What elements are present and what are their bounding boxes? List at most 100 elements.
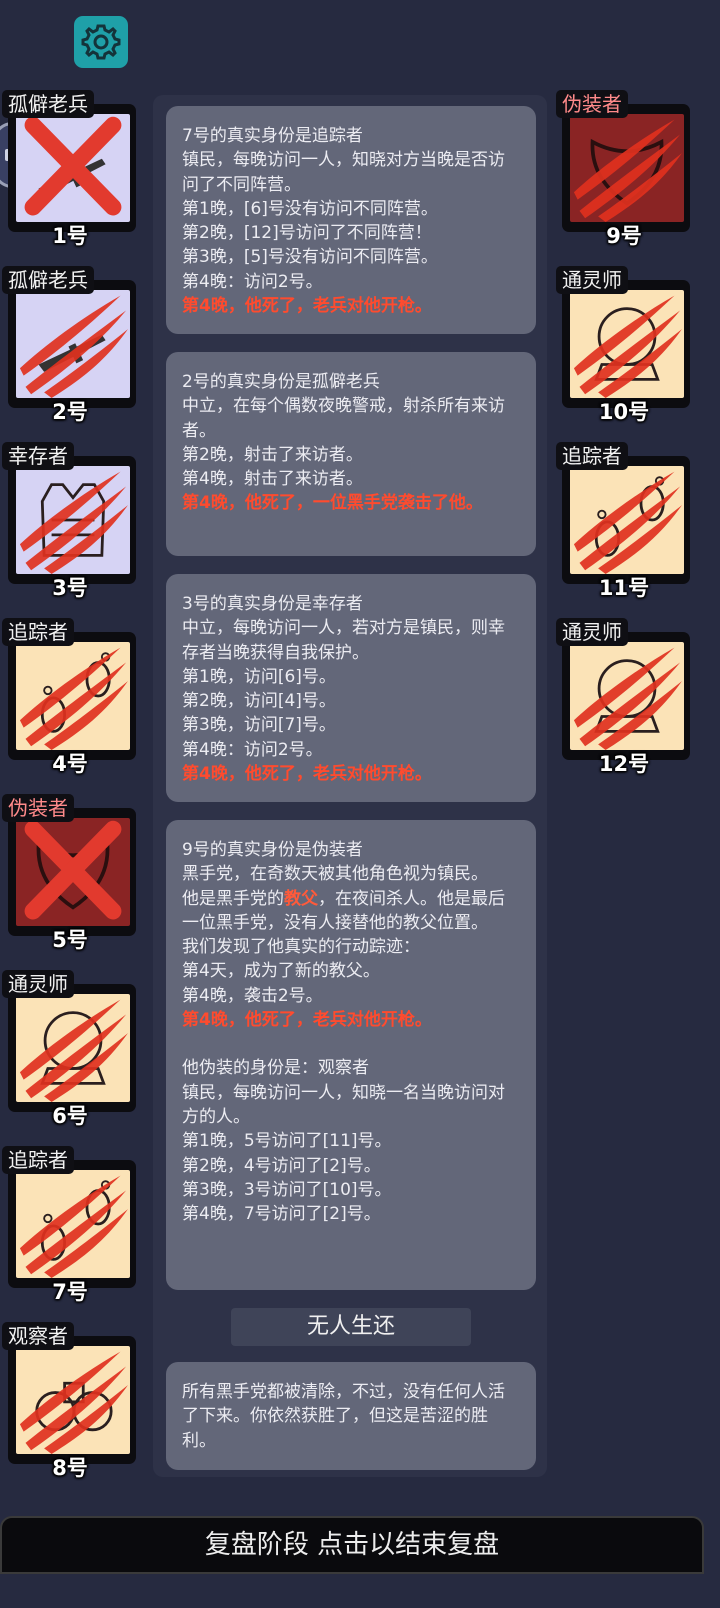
player-number: 5号 <box>52 928 88 952</box>
role-label: 追踪者 <box>2 1146 74 1174</box>
role-label: 追踪者 <box>2 618 74 646</box>
player-card[interactable]: 观察者 8号 <box>2 1322 138 1480</box>
message-line: 黑手党，在奇数天被其他角色视为镇民。 <box>182 864 488 885</box>
claw-mark-icon <box>19 295 128 398</box>
role-label: 孤僻老兵 <box>2 266 94 294</box>
player-card[interactable]: 通灵师 10号 <box>556 266 692 424</box>
player-number: 4号 <box>52 752 88 776</box>
card-portrait <box>16 994 130 1102</box>
message-text: 他是黑手党的 <box>182 888 284 909</box>
outcome-banner: 无人生还 <box>231 1308 471 1346</box>
claw-mark-icon <box>19 647 128 750</box>
message-line: 第4晚：访问2号。 <box>182 739 323 760</box>
message-line: 第1晚，[6]号没有访问不同阵营。 <box>182 198 438 219</box>
message-line: 他伪装的身份是：观察者 <box>182 1058 369 1079</box>
death-line: 第4晚，他死了，老兵对他开枪。 <box>182 1010 432 1031</box>
player-card[interactable]: 通灵师 12号 <box>556 618 692 776</box>
message-line: 第2晚，[12]号访问了不同阵营！ <box>182 223 432 244</box>
message-line: 镇民，每晚访问一人，知晓一名当晚访问对方的人。 <box>182 1082 505 1127</box>
outcome-message: 所有黑手党都被清除，不过，没有任何人活了下来。你依然获胜了，但这是苦涩的胜利。 <box>166 1362 536 1470</box>
death-line: 第4晚，他死了，一位黑手党袭击了他。 <box>182 493 483 514</box>
message-line: 第4晚：访问2号。 <box>182 271 323 292</box>
outcome-text: 所有黑手党都被清除，不过，没有任何人活了下来。你依然获胜了，但这是苦涩的胜利。 <box>182 1382 505 1451</box>
role-label: 孤僻老兵 <box>2 90 94 118</box>
gear-icon <box>81 24 121 60</box>
reveal-message: 7号的真实身份是追踪者镇民，每晚访问一人，知晓对方当晚是否访问了不同阵营。第1晚… <box>166 106 536 334</box>
claw-mark-icon <box>573 647 682 750</box>
card-portrait <box>16 466 130 574</box>
role-label: 伪装者 <box>2 794 74 822</box>
claw-mark-icon <box>19 1351 128 1454</box>
message-line: 我们发现了他真实的行动踪迹： <box>182 937 420 958</box>
player-card[interactable]: 伪装者 9号 <box>556 90 692 248</box>
message-line: 第1晚，5号访问了[11]号。 <box>182 1131 392 1152</box>
message-line: 中立，在每个偶数夜晚警戒，射杀所有来访者。 <box>182 396 505 441</box>
claw-mark-icon <box>573 471 682 574</box>
reveal-message: 9号的真实身份是伪装者黑手党，在奇数天被其他角色视为镇民。 他是黑手党的教父，在夜… <box>166 820 536 1290</box>
highlight-text: 教父 <box>284 888 318 909</box>
card-portrait <box>570 642 684 750</box>
card-portrait <box>16 114 130 222</box>
message-line: 第2晚，4号访问了[2]号。 <box>182 1155 381 1176</box>
role-label: 追踪者 <box>556 442 628 470</box>
player-number: 7号 <box>52 1280 88 1304</box>
player-number: 10号 <box>598 400 650 424</box>
player-card[interactable]: 追踪者 7号 <box>2 1146 138 1304</box>
message-line: 第4晚，射击了来访者。 <box>182 469 363 490</box>
cross-mark-icon <box>24 820 122 920</box>
claw-mark-icon <box>19 1175 128 1278</box>
message-line: 第4晚，袭击2号。 <box>182 985 323 1006</box>
claw-mark-icon <box>19 471 128 574</box>
player-card[interactable]: 孤僻老兵 1号 <box>2 90 138 248</box>
player-number: 8号 <box>52 1456 88 1480</box>
player-number: 11号 <box>598 576 650 600</box>
player-card[interactable]: 孤僻老兵 2号 <box>2 266 138 424</box>
player-number: 1号 <box>52 224 88 248</box>
message-line: 2号的真实身份是孤僻老兵 <box>182 372 380 392</box>
player-card[interactable]: 追踪者 11号 <box>556 442 692 600</box>
claw-mark-icon <box>573 295 682 398</box>
player-card[interactable]: 追踪者 4号 <box>2 618 138 776</box>
role-label: 幸存者 <box>2 442 74 470</box>
card-portrait <box>16 1170 130 1278</box>
card-portrait <box>16 1346 130 1454</box>
message-line: 第4晚，7号访问了[2]号。 <box>182 1204 381 1225</box>
message-line: 第3晚，3号访问了[10]号。 <box>182 1179 392 1200</box>
card-portrait <box>570 114 684 222</box>
player-number: 2号 <box>52 400 88 424</box>
message-line: 第2晚，射击了来访者。 <box>182 444 363 465</box>
player-card[interactable]: 通灵师 6号 <box>2 970 138 1128</box>
message-line: 9号的真实身份是伪装者 <box>182 840 363 860</box>
card-portrait <box>570 466 684 574</box>
player-number: 9号 <box>606 224 642 248</box>
claw-mark-icon <box>573 119 682 222</box>
message-line: 第3晚，[5]号没有访问不同阵营。 <box>182 247 438 268</box>
role-label: 通灵师 <box>556 266 628 294</box>
reveal-message: 3号的真实身份是幸存者 中立，每晚访问一人，若对方是镇民，则幸存者当晚获得自我保护… <box>166 574 536 802</box>
settings-button[interactable] <box>74 16 128 68</box>
player-card[interactable]: 伪装者 5号 <box>2 794 138 952</box>
message-line: 镇民，每晚访问一人，知晓对方当晚是否访问了不同阵营。 <box>182 150 505 195</box>
player-number: 3号 <box>52 576 88 600</box>
message-line: 7号的真实身份是追踪者 <box>182 126 363 146</box>
message-line: 他是黑手党的教父，在夜间杀人。他是最后一位黑手党，没有人接替他的教父位置。 <box>182 887 520 936</box>
card-portrait <box>16 290 130 398</box>
death-line: 第4晚，他死了，老兵对他开枪。 <box>182 296 432 317</box>
player-number: 12号 <box>598 752 650 776</box>
card-portrait <box>16 642 130 750</box>
message-line: 第4天，成为了新的教父。 <box>182 961 380 982</box>
card-portrait <box>570 290 684 398</box>
role-label: 通灵师 <box>556 618 628 646</box>
role-label: 伪装者 <box>556 90 628 118</box>
player-number: 6号 <box>52 1104 88 1128</box>
message-line: 第3晚，访问[7]号。 <box>182 715 336 736</box>
card-portrait <box>16 818 130 926</box>
message-line: 第2晚，访问[4]号。 <box>182 691 336 712</box>
message-line: 第1晚，访问[6]号。 <box>182 666 336 687</box>
role-label: 观察者 <box>2 1322 74 1350</box>
message-line: 中立，每晚访问一人，若对方是镇民，则幸存者当晚获得自我保护。 <box>182 618 505 663</box>
player-card[interactable]: 幸存者 3号 <box>2 442 138 600</box>
end-replay-button[interactable]: 复盘阶段 点击以结束复盘 <box>0 1516 704 1574</box>
death-line: 第4晚，他死了，老兵对他开枪。 <box>182 764 432 785</box>
